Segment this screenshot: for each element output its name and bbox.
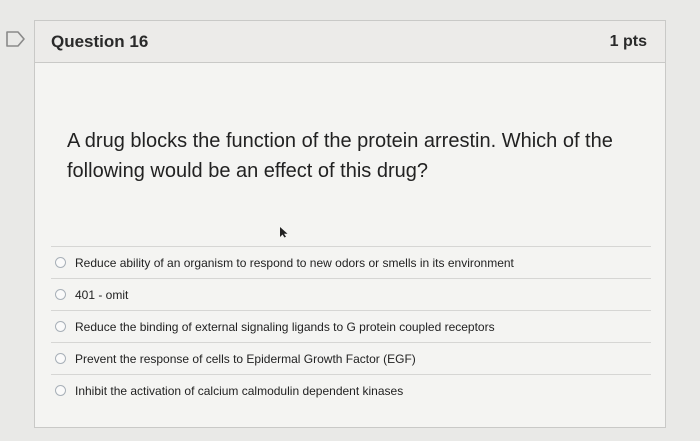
answer-option[interactable]: Prevent the response of cells to Epiderm… <box>51 342 651 374</box>
flag-question-icon[interactable] <box>4 30 28 48</box>
radio-button[interactable] <box>55 289 66 300</box>
answer-label[interactable]: 401 - omit <box>75 288 128 302</box>
answer-label[interactable]: Inhibit the activation of calcium calmod… <box>75 384 403 398</box>
answer-label[interactable]: Reduce ability of an organism to respond… <box>75 256 514 270</box>
answer-option[interactable]: Reduce the binding of external signaling… <box>51 310 651 342</box>
answer-label[interactable]: Reduce the binding of external signaling… <box>75 320 495 334</box>
question-text: A drug blocks the function of the protei… <box>67 130 613 182</box>
question-header: Question 16 1 pts <box>35 21 665 63</box>
radio-button[interactable] <box>55 321 66 332</box>
answer-list: Reduce ability of an organism to respond… <box>51 246 651 406</box>
answer-option[interactable]: 401 - omit <box>51 278 651 310</box>
radio-button[interactable] <box>55 257 66 268</box>
answer-option[interactable]: Inhibit the activation of calcium calmod… <box>51 374 651 406</box>
mouse-cursor-icon <box>279 225 289 243</box>
question-points: 1 pts <box>609 32 647 50</box>
answer-option[interactable]: Reduce ability of an organism to respond… <box>51 246 651 278</box>
question-card: Question 16 1 pts A drug blocks the func… <box>34 20 666 428</box>
radio-button[interactable] <box>55 385 66 396</box>
question-title: Question 16 <box>51 31 149 51</box>
answer-label[interactable]: Prevent the response of cells to Epiderm… <box>75 352 416 366</box>
radio-button[interactable] <box>55 353 66 364</box>
